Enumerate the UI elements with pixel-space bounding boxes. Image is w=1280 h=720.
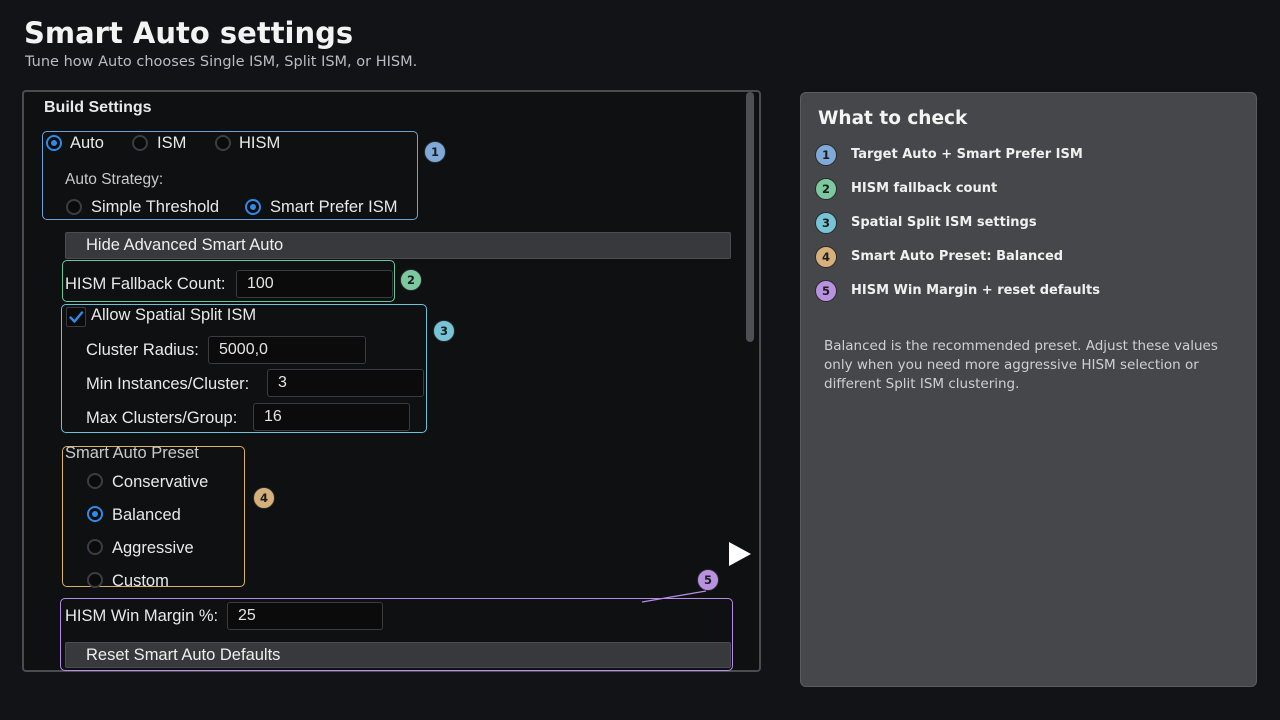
spatial-split-label: Allow Spatial Split ISM <box>91 306 257 324</box>
radio-balanced-label: Balanced <box>112 506 181 524</box>
radio-aggressive-label: Aggressive <box>112 539 194 557</box>
radio-custom-label: Custom <box>112 572 169 590</box>
checklist-item: Target Auto + Smart Prefer ISM <box>851 147 1083 162</box>
hism-fallback-input[interactable]: 100 <box>236 270 393 298</box>
checklist-item: Spatial Split ISM settings <box>851 215 1037 230</box>
page-subtitle: Tune how Auto chooses Single ISM, Split … <box>25 54 418 70</box>
badge-5: 5 <box>697 569 719 591</box>
radio-conservative-label: Conservative <box>112 473 209 491</box>
scrollbar-thumb[interactable] <box>746 92 754 342</box>
checklist-item: HISM Win Margin + reset defaults <box>851 283 1100 298</box>
radio-simple-threshold[interactable] <box>66 199 82 215</box>
min-instances-label: Min Instances/Cluster: <box>86 375 250 393</box>
radio-auto[interactable] <box>46 135 62 151</box>
section-title: Build Settings <box>44 99 152 116</box>
reset-defaults-button[interactable]: Reset Smart Auto Defaults <box>65 642 731 668</box>
badge-1: 1 <box>424 141 446 163</box>
checklist-item: HISM fallback count <box>851 181 998 196</box>
checklist-title: What to check <box>818 108 968 129</box>
radio-auto-label: Auto <box>70 134 104 152</box>
max-clusters-input[interactable]: 16 <box>253 403 410 431</box>
checklist-item: Smart Auto Preset: Balanced <box>851 249 1064 264</box>
spatial-split-checkbox[interactable] <box>66 307 86 327</box>
preset-label: Smart Auto Preset <box>65 444 199 462</box>
hism-win-margin-label: HISM Win Margin %: <box>65 607 219 625</box>
radio-balanced[interactable] <box>87 506 103 522</box>
radio-conservative[interactable] <box>87 473 103 489</box>
checkmark-icon <box>69 311 84 323</box>
radio-hism[interactable] <box>215 135 231 151</box>
badge-4: 4 <box>253 487 275 509</box>
checklist-badge-5: 5 <box>815 280 837 302</box>
page-title: Smart Auto settings <box>24 16 354 50</box>
radio-hism-label: HISM <box>239 134 281 152</box>
hism-win-margin-input[interactable]: 25 <box>227 602 383 630</box>
cluster-radius-label: Cluster Radius: <box>86 341 199 359</box>
radio-simple-threshold-label: Simple Threshold <box>91 198 220 216</box>
radio-smart-prefer-ism-label: Smart Prefer ISM <box>270 198 398 216</box>
radio-custom[interactable] <box>87 572 103 588</box>
checklist-badge-4: 4 <box>815 246 837 268</box>
checklist-badge-3: 3 <box>815 212 837 234</box>
badge-3: 3 <box>433 320 455 342</box>
hism-fallback-label: HISM Fallback Count: <box>65 275 226 293</box>
max-clusters-label: Max Clusters/Group: <box>86 409 238 427</box>
cluster-radius-input[interactable]: 5000,0 <box>208 336 366 364</box>
radio-ism-label: ISM <box>157 134 187 152</box>
checklist-badge-1: 1 <box>815 144 837 166</box>
radio-ism[interactable] <box>132 135 148 151</box>
badge-2: 2 <box>400 269 422 291</box>
min-instances-input[interactable]: 3 <box>267 369 424 397</box>
hide-advanced-button[interactable]: Hide Advanced Smart Auto <box>65 232 731 259</box>
radio-aggressive[interactable] <box>87 539 103 555</box>
auto-strategy-label: Auto Strategy: <box>65 171 164 188</box>
radio-smart-prefer-ism[interactable] <box>245 199 261 215</box>
checklist-note: Balanced is the recommended preset. Adju… <box>824 338 1218 392</box>
play-triangle-icon <box>729 542 751 566</box>
checklist-badge-2: 2 <box>815 178 837 200</box>
